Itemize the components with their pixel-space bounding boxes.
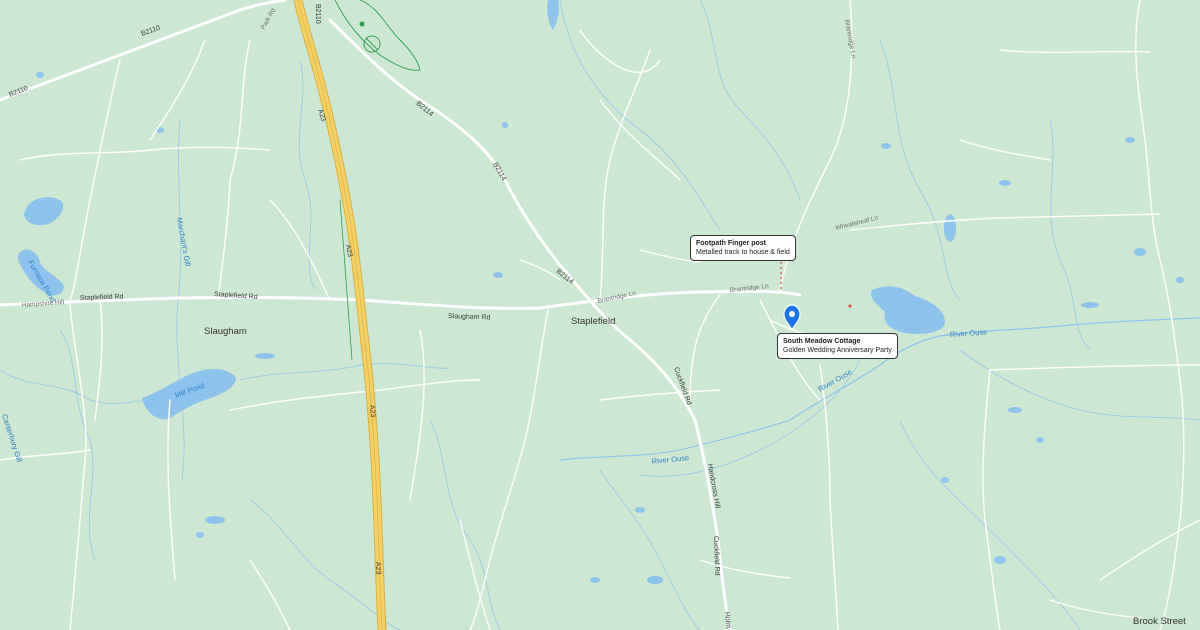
land-background bbox=[0, 0, 1200, 630]
footpath-callout[interactable]: Footpath Finger post Metalled track to h… bbox=[690, 235, 796, 261]
map-canvas[interactable]: A23 A23 A23 A23 B2114 B2114 B2114 B2110 … bbox=[0, 0, 1200, 630]
south-meadow-callout[interactable]: South Meadow Cottage Golden Wedding Anni… bbox=[777, 333, 898, 359]
south-meadow-callout-title: South Meadow Cottage bbox=[783, 338, 861, 345]
road-label-cuckfield-rd: Cuckfield Rd bbox=[712, 536, 720, 576]
road-label-b2110: B2110 bbox=[314, 4, 321, 24]
footpath-callout-title: Footpath Finger post bbox=[696, 240, 766, 247]
place-label-slaugham: Slaugham bbox=[204, 326, 247, 337]
place-label-brook-street: Brook Street bbox=[1133, 616, 1186, 627]
place-label-staplefield: Staplefield bbox=[571, 316, 615, 327]
road-label-a23: A23 bbox=[374, 562, 381, 575]
footpath-callout-subtitle: Metalled track to house & field bbox=[696, 249, 790, 256]
south-meadow-callout-subtitle: Golden Wedding Anniversary Party bbox=[783, 347, 892, 354]
road-label-slaugham-rd: Slaugham Rd bbox=[448, 313, 491, 321]
road-label-a23: A23 bbox=[368, 405, 376, 418]
poi-dot bbox=[848, 304, 852, 308]
